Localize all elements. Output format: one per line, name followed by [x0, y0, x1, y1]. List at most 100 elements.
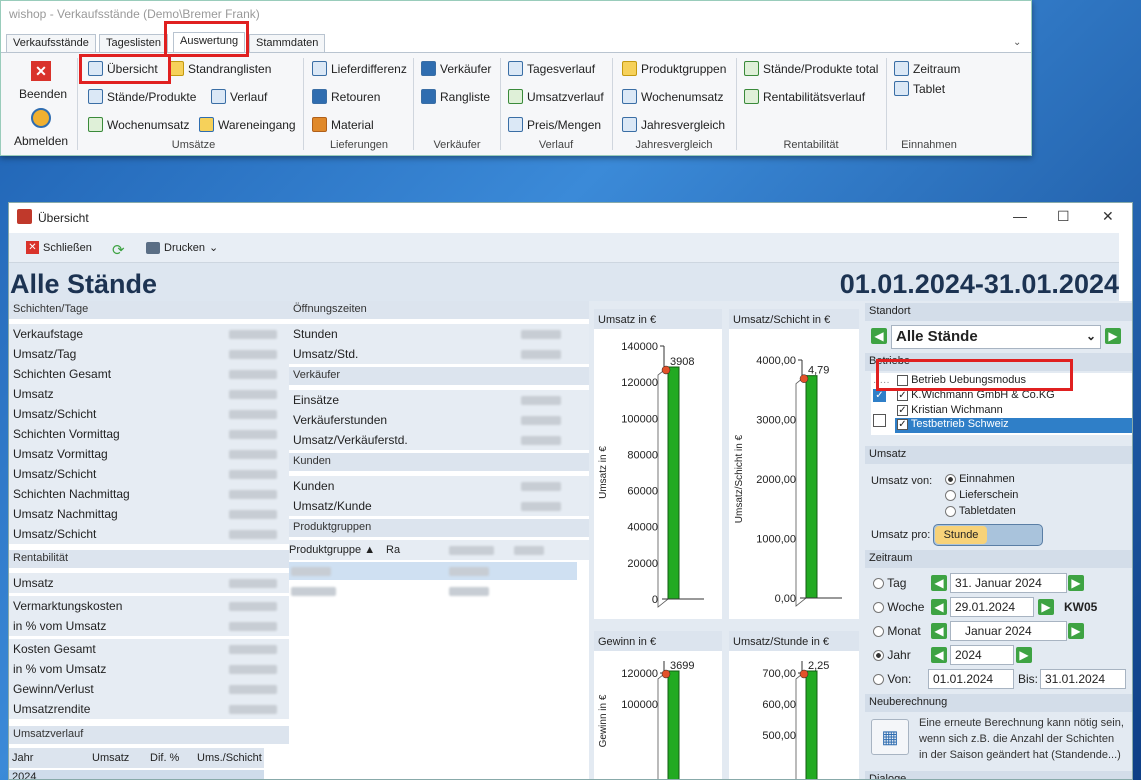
betrieb-item[interactable]: ✓ Kristian Wichmann — [897, 404, 1003, 416]
ribbon-collapse-icon[interactable]: ⌄ — [1013, 37, 1021, 48]
rangliste-button[interactable]: Rangliste — [421, 89, 490, 104]
stat-row: Umsatz/Schicht — [9, 404, 289, 424]
checkbox[interactable]: ✓ — [897, 404, 908, 416]
group-label-verkaeufer: Verkäufer — [433, 139, 481, 151]
arrow-right-icon[interactable]: ▶ — [1038, 599, 1054, 615]
radio-lieferschein[interactable]: Lieferschein — [945, 489, 1018, 501]
radio-dot[interactable] — [945, 505, 956, 517]
charts-svg: Umsatz in € 0 20000 40000 60000 80000 100000 12… — [594, 309, 859, 779]
radio-von[interactable]: Von: — [873, 672, 911, 686]
staende-produkte-button[interactable]: Stände/Produkte — [88, 89, 196, 104]
umsatzverlauf-button[interactable]: Umsatzverlauf — [508, 89, 604, 104]
tab-tageslisten[interactable]: Tageslisten — [99, 34, 169, 52]
staende-total-button[interactable]: Stände/Produkte total — [744, 61, 878, 76]
neuberechnung-text: Eine erneute Berechnung kann nötig sein, — [919, 717, 1124, 729]
radio-woche[interactable]: Woche — [873, 600, 924, 614]
tab-stammdaten[interactable]: Stammdaten — [249, 34, 326, 52]
radio-dot[interactable] — [873, 626, 884, 638]
produktgruppen-row[interactable] — [289, 582, 577, 600]
arrow-left-icon[interactable]: ◀ — [931, 575, 947, 591]
arrow-left-icon[interactable]: ◀ — [931, 599, 947, 615]
tab-verkaufsstaende[interactable]: Verkaufsstände — [6, 34, 96, 52]
close-icon[interactable]: ✕ — [1102, 208, 1114, 225]
produktgruppen-row[interactable] — [289, 562, 577, 580]
wochenumsatz-button[interactable]: Wochenumsatz — [88, 117, 189, 132]
jahr-spinner[interactable]: 2024 — [950, 645, 1014, 665]
umsatzverlauf-row[interactable]: 2024 — [9, 770, 264, 779]
bar-marker — [799, 669, 809, 679]
monat-date-field[interactable]: Januar 2024 — [950, 621, 1067, 641]
radio-dot[interactable] — [945, 489, 956, 501]
checkbox[interactable]: ✓ — [897, 389, 908, 401]
group-separator — [736, 58, 737, 150]
arrow-right-icon[interactable]: ▶ — [1068, 623, 1084, 639]
rentabilitaetsverlauf-button[interactable]: Rentabilitätsverlauf — [744, 89, 865, 104]
col-umsatz[interactable]: Umsatz — [92, 752, 129, 764]
standort-select[interactable]: Alle Stände ⌄ — [891, 325, 1101, 349]
grid-total-icon — [744, 61, 759, 76]
maximize-icon[interactable]: ☐ — [1057, 208, 1070, 225]
produktgruppen-header: Produktgruppe ▲ Ra — [289, 540, 589, 560]
radio-tabletdaten[interactable]: Tabletdaten — [945, 505, 1016, 517]
retouren-button[interactable]: Retouren — [312, 89, 380, 104]
calculator-icon[interactable]: ▦ — [871, 719, 909, 755]
arrow-left-icon[interactable]: ◀ — [871, 328, 887, 344]
umsatz-pro-toggle[interactable]: Stunde — [933, 524, 1043, 546]
stat-row: Verkäuferstunden — [289, 410, 589, 430]
calendar-clock-icon — [211, 89, 226, 104]
tablet-button[interactable]: Tablet — [894, 81, 945, 96]
wareneingang-button[interactable]: Wareneingang — [199, 117, 296, 132]
verlauf-button[interactable]: Verlauf — [211, 89, 267, 104]
arrow-left-icon[interactable]: ◀ — [931, 623, 947, 639]
section-umsatz: Umsatz — [865, 446, 1132, 464]
col-ums-schicht[interactable]: Ums./Schicht — [197, 752, 262, 764]
tag-date-field[interactable]: 31. Januar 2024 — [950, 573, 1067, 593]
radio-monat[interactable]: Monat — [873, 624, 921, 638]
y-tick-label: 2000,00 — [756, 474, 796, 486]
radio-dot[interactable] — [945, 473, 956, 485]
tagesverlauf-button[interactable]: Tagesverlauf — [508, 61, 595, 76]
betrieb-item-selected[interactable]: ✓ Testbetrieb Schweiz — [895, 418, 1132, 433]
refresh-icon[interactable]: ⟳ — [112, 241, 125, 259]
radio-tag[interactable]: Tag — [873, 576, 906, 590]
checkbox[interactable]: ✓ — [897, 418, 908, 430]
wochenumsatz2-button[interactable]: Wochenumsatz — [622, 89, 723, 104]
radio-dot[interactable] — [873, 650, 884, 662]
material-button[interactable]: Material — [312, 117, 374, 132]
produktgruppen-button[interactable]: Produktgruppen — [622, 61, 726, 76]
col-produktgruppe[interactable]: Produktgruppe ▲ — [289, 544, 375, 556]
schliessen-button[interactable]: ✕ Schließen — [26, 241, 92, 254]
woche-date-field[interactable]: 29.01.2024 — [950, 597, 1034, 617]
beenden-button[interactable]: Beenden — [19, 87, 67, 101]
von-date-field[interactable]: 01.01.2024 — [928, 669, 1014, 689]
arrow-right-icon[interactable]: ▶ — [1068, 575, 1084, 591]
arrow-right-icon[interactable]: ▶ — [1016, 647, 1032, 663]
preis-mengen-button[interactable]: Preis/Mengen — [508, 117, 601, 132]
col-ra[interactable]: Ra — [386, 544, 400, 556]
radio-dot[interactable] — [873, 578, 884, 590]
col-jahr[interactable]: Jahr — [12, 752, 33, 764]
chevron-down-icon[interactable]: ⌄ — [209, 241, 218, 254]
section-header: Verkäufer — [289, 367, 589, 385]
arrow-left-icon[interactable]: ◀ — [931, 647, 947, 663]
abmelden-button[interactable]: Abmelden — [14, 134, 68, 148]
group-checkbox[interactable] — [873, 414, 886, 427]
radio-einnahmen[interactable]: Einnahmen — [945, 473, 1015, 485]
jahresvergleich-button[interactable]: Jahresvergleich — [622, 117, 725, 132]
toggle-stunde[interactable]: Stunde — [935, 526, 987, 544]
lieferdifferenz-button[interactable]: Lieferdifferenz — [312, 61, 407, 76]
chevron-down-icon[interactable]: ⌄ — [1086, 329, 1096, 343]
radio-dot[interactable] — [873, 674, 884, 686]
stat-label: Kosten Gesamt — [13, 642, 96, 656]
minimize-icon[interactable]: — — [1013, 208, 1027, 224]
drucken-button[interactable]: Drucken ⌄ — [146, 241, 218, 254]
radio-dot[interactable] — [873, 602, 884, 614]
bis-date-field[interactable]: 31.01.2024 — [1040, 669, 1126, 689]
highlight-box — [164, 21, 249, 57]
zeitraum-button[interactable]: Zeitraum — [894, 61, 960, 76]
standranglisten-button[interactable]: Standranglisten — [169, 61, 271, 76]
verkaeufer-button[interactable]: Verkäufer — [421, 61, 491, 76]
arrow-right-icon[interactable]: ▶ — [1105, 328, 1121, 344]
col-dif[interactable]: Dif. % — [150, 752, 179, 764]
radio-jahr[interactable]: Jahr — [873, 648, 911, 662]
